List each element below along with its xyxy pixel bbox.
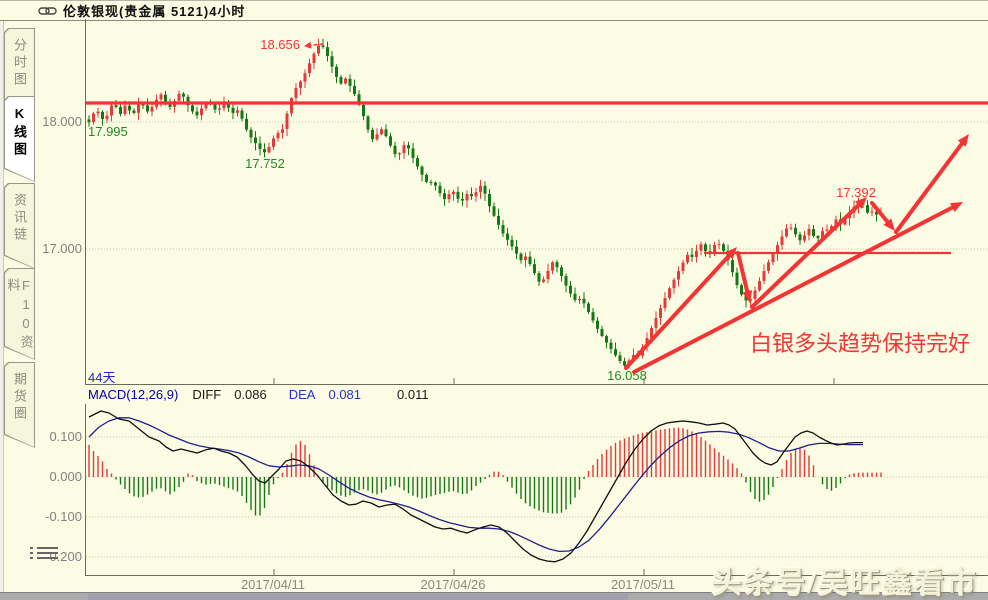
- title-bar: 伦敦银现(贵金属 5121)4小时: [0, 0, 988, 21]
- tab-label: K线图: [13, 106, 26, 181]
- list-menu-icon[interactable]: [30, 547, 58, 562]
- watermark-text: 头条号/吴旺鑫看市: [712, 558, 978, 600]
- svg-text:白银多头趋势保持完好: 白银多头趋势保持完好: [750, 331, 970, 356]
- diff-value: 0.086: [234, 387, 267, 402]
- chain-link-icon[interactable]: [38, 6, 57, 16]
- tab-label: 资讯链: [13, 193, 26, 268]
- sidebar-tab-f10[interactable]: F10资料: [4, 268, 35, 360]
- macd-value: 0.011: [397, 387, 429, 402]
- price-axis-label: 18.000: [26, 114, 82, 129]
- macd-axis-label: 0.100: [26, 429, 82, 444]
- macd-axis-label: 0.000: [26, 469, 82, 484]
- svg-text:16.058: 16.058: [607, 368, 647, 383]
- dea-value: 0.081: [328, 387, 361, 402]
- price-axis-label: 17.000: [26, 241, 82, 256]
- period-count-label: 44天: [88, 367, 115, 386]
- tab-label: F10资料: [7, 278, 33, 359]
- x-axis-date: 2017/04/26: [393, 577, 513, 592]
- app-window: 伦敦银现(贵金属 5121)4小时 分时图 K线图 资讯链 F10资料 期货圈 …: [0, 0, 988, 600]
- scrollbar-thumb[interactable]: [88, 594, 628, 600]
- macd-axis-label: -0.100: [26, 509, 82, 524]
- svg-text:18.656: 18.656: [260, 37, 300, 52]
- candlestick-chart[interactable]: 18.656 17.995 17.752 16.058 17.392 白银多头趋势保持完好: [85, 19, 988, 385]
- instrument-title: 伦敦银现(贵金属 5121)4小时: [63, 1, 245, 20]
- svg-text:17.392: 17.392: [836, 185, 876, 200]
- x-axis-date: 2017/04/11: [213, 577, 333, 592]
- tab-label: 期货圈: [13, 372, 26, 447]
- svg-text:17.752: 17.752: [245, 156, 285, 171]
- sidebar-tab-news[interactable]: 资讯链: [4, 183, 35, 269]
- macd-chart[interactable]: [85, 404, 988, 576]
- macd-params-label: MACD(12,26,9): [88, 387, 178, 402]
- diff-label: DIFF: [192, 387, 221, 402]
- sidebar-tab-kline[interactable]: K线图: [4, 96, 35, 182]
- macd-indicator-header: MACD(12,26,9) DIFF 0.086 DEA 0.081 0.011: [88, 387, 429, 402]
- dea-label: DEA: [289, 387, 316, 402]
- svg-text:17.995: 17.995: [88, 124, 128, 139]
- x-axis-date: 2017/05/11: [583, 577, 703, 592]
